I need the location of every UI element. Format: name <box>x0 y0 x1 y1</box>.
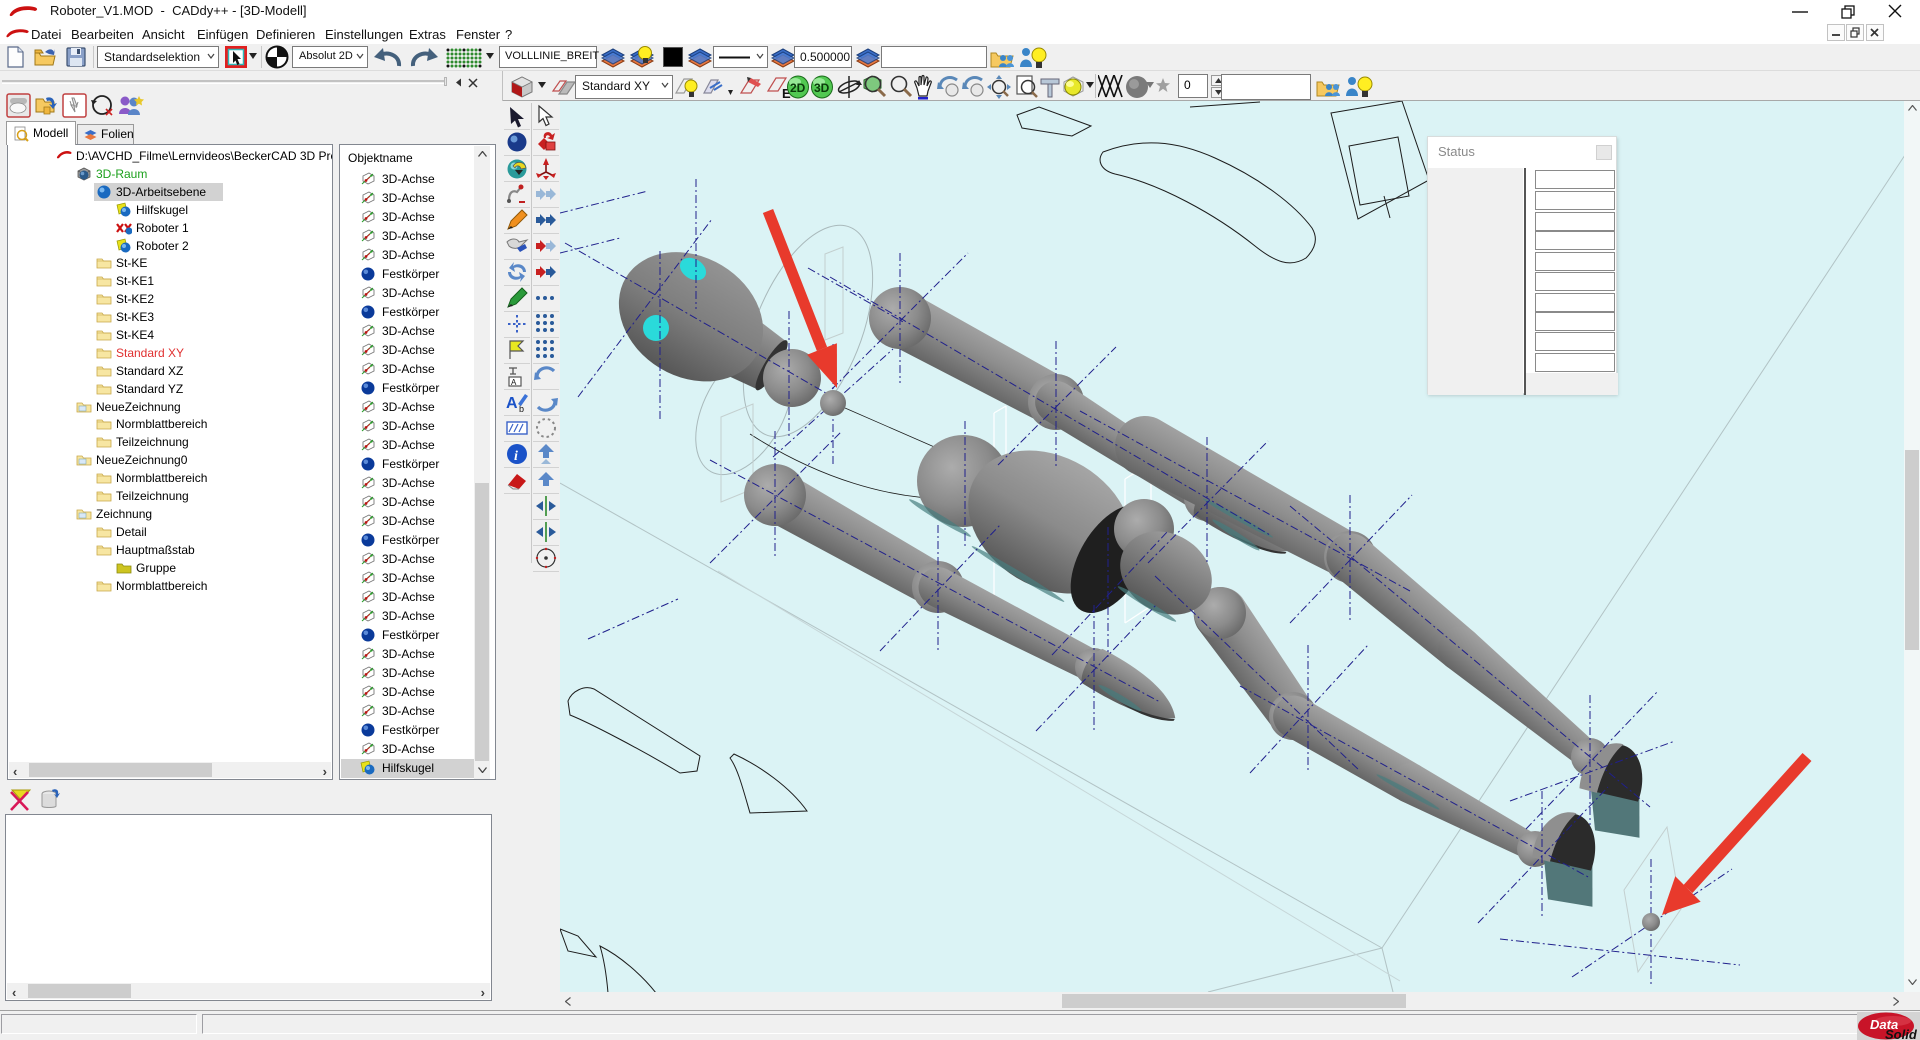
svg-text:3D: 3D <box>814 81 830 95</box>
svg-text:A: A <box>506 395 518 412</box>
svg-text:A: A <box>511 378 517 387</box>
svg-text:i: i <box>514 449 518 464</box>
svg-text:b: b <box>519 404 524 414</box>
svg-text:Solid: Solid <box>1885 1027 1918 1040</box>
svg-text:2D: 2D <box>790 81 806 95</box>
